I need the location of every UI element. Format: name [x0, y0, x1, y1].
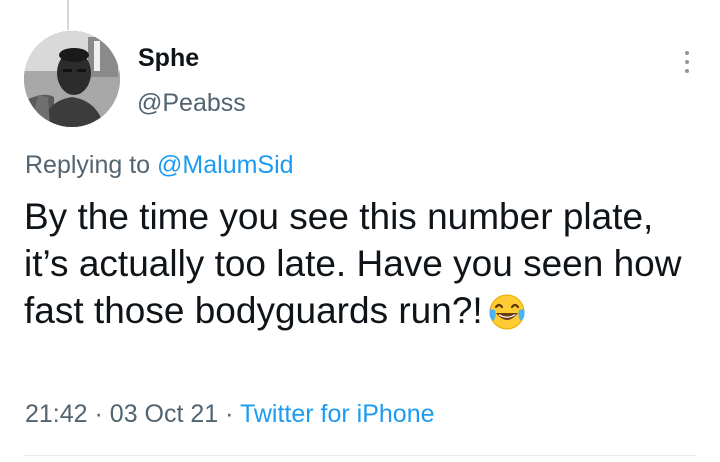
more-options-icon-dot	[685, 69, 689, 73]
tweet-body: By the time you see this number plate, i…	[24, 193, 696, 342]
replying-to-line: Replying to @MalumSid	[25, 151, 294, 180]
more-options-button[interactable]	[676, 44, 698, 80]
user-handle[interactable]: @Peabss	[137, 89, 246, 118]
replying-to-mention[interactable]: @MalumSid	[157, 151, 294, 179]
avatar[interactable]	[24, 31, 120, 127]
replying-to-label: Replying to	[25, 151, 151, 179]
face-with-tears-of-joy-icon	[487, 291, 527, 342]
tweet-card: Sphe @Peabss Replying to @MalumSid By th…	[0, 0, 720, 462]
tweet-time[interactable]: 21:42	[25, 400, 88, 428]
tweet-date[interactable]: 03 Oct 21	[110, 400, 218, 428]
avatar-image	[24, 31, 120, 127]
divider	[24, 455, 696, 456]
tweet-text: By the time you see this number plate, i…	[24, 196, 682, 331]
display-name[interactable]: Sphe	[138, 44, 199, 73]
meta-separator: ·	[225, 400, 234, 428]
thread-connector-line	[67, 0, 69, 30]
tweet-metadata: 21:42 · 03 Oct 21 · Twitter for iPhone	[25, 400, 435, 429]
more-options-icon	[685, 51, 689, 55]
more-options-icon-dot	[685, 60, 689, 64]
meta-separator: ·	[94, 400, 103, 428]
tweet-source-link[interactable]: Twitter for iPhone	[240, 400, 435, 428]
